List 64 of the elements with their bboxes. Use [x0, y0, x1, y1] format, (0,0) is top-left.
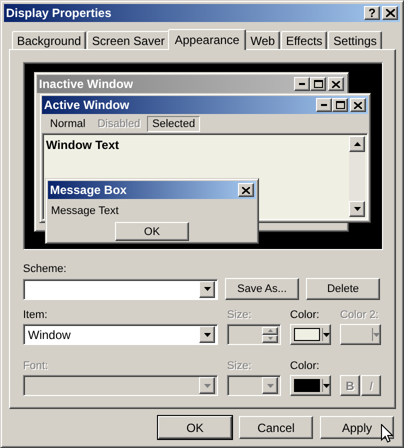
- maximize-icon: [336, 101, 344, 109]
- window-title: Message Box: [50, 183, 127, 197]
- ok-button[interactable]: OK: [115, 222, 189, 241]
- minimize-icon: [299, 83, 305, 85]
- color-picker-button[interactable]: [290, 375, 331, 396]
- close-button[interactable]: [382, 6, 398, 20]
- close-button[interactable]: [238, 183, 254, 197]
- size-dropdown[interactable]: [227, 375, 281, 396]
- field-label: Size:: [227, 309, 252, 321]
- dialog-button[interactable]: OK: [158, 416, 232, 439]
- field-label: Color:: [290, 360, 320, 372]
- field-label: Color:: [290, 309, 320, 321]
- scroll-down-button[interactable]: [349, 201, 365, 217]
- message-text: Message Text: [51, 205, 119, 217]
- window-title: Display Properties: [6, 6, 112, 20]
- pointer-icon: [381, 424, 393, 443]
- scheme-button[interactable]: Delete: [306, 278, 380, 300]
- tab[interactable]: Background: [12, 31, 86, 49]
- dropdown-value: Window: [27, 328, 71, 342]
- down-arrow-icon: [268, 337, 272, 340]
- font-dropdown[interactable]: [23, 375, 218, 396]
- window-title: Inactive Window: [39, 77, 133, 91]
- maximize-button[interactable]: [332, 98, 348, 112]
- up-arrow-icon: [354, 142, 360, 146]
- tab[interactable]: Effects: [280, 31, 328, 49]
- dropdown-arrow-icon: [204, 332, 210, 336]
- field-label: Item:: [23, 309, 48, 321]
- scheme-button[interactable]: Save As...: [225, 278, 299, 300]
- close-icon: [386, 9, 394, 17]
- menu-item[interactable]: Selected: [147, 116, 200, 132]
- down-arrow-icon: [354, 207, 360, 211]
- tab[interactable]: Settings: [328, 31, 382, 49]
- dropdown-arrow-icon: [323, 384, 330, 388]
- help-button[interactable]: ?: [364, 6, 380, 20]
- dialog-button[interactable]: Cancel: [239, 416, 313, 439]
- field-label: Scheme:: [23, 263, 68, 275]
- dropdown-arrow-icon: [204, 384, 210, 388]
- minimize-icon: [321, 104, 327, 106]
- close-icon: [332, 80, 340, 88]
- field-label: Color 2:: [340, 309, 380, 321]
- item-dropdown[interactable]: Window: [23, 324, 218, 345]
- field-label: Size:: [227, 360, 252, 372]
- close-icon: [354, 102, 362, 108]
- dropdown-arrow-icon: [266, 384, 274, 388]
- tab[interactable]: Appearance: [168, 29, 246, 50]
- dropdown-arrow-icon: [373, 332, 380, 336]
- scheme-dropdown[interactable]: [23, 278, 218, 300]
- tab[interactable]: Web: [245, 31, 280, 49]
- window-title: Active Window: [44, 98, 130, 112]
- dropdown-arrow-icon: [323, 332, 330, 336]
- minimize-button[interactable]: [316, 98, 332, 112]
- field-label: Font:: [23, 360, 50, 372]
- dropdown-arrow-icon: [204, 287, 210, 291]
- up-arrow-icon: [268, 329, 272, 332]
- maximize-icon: [314, 80, 322, 88]
- close-button[interactable]: [350, 98, 366, 112]
- window-text: Window Text: [46, 138, 119, 152]
- menu-item[interactable]: Normal: [45, 116, 90, 132]
- size-spinner[interactable]: [227, 324, 281, 345]
- dialog-button[interactable]: Apply: [320, 416, 394, 439]
- tab[interactable]: Screen Saver: [87, 31, 170, 49]
- color-picker-button[interactable]: [290, 324, 331, 345]
- close-icon: [242, 186, 250, 194]
- scroll-up-button[interactable]: [349, 136, 365, 152]
